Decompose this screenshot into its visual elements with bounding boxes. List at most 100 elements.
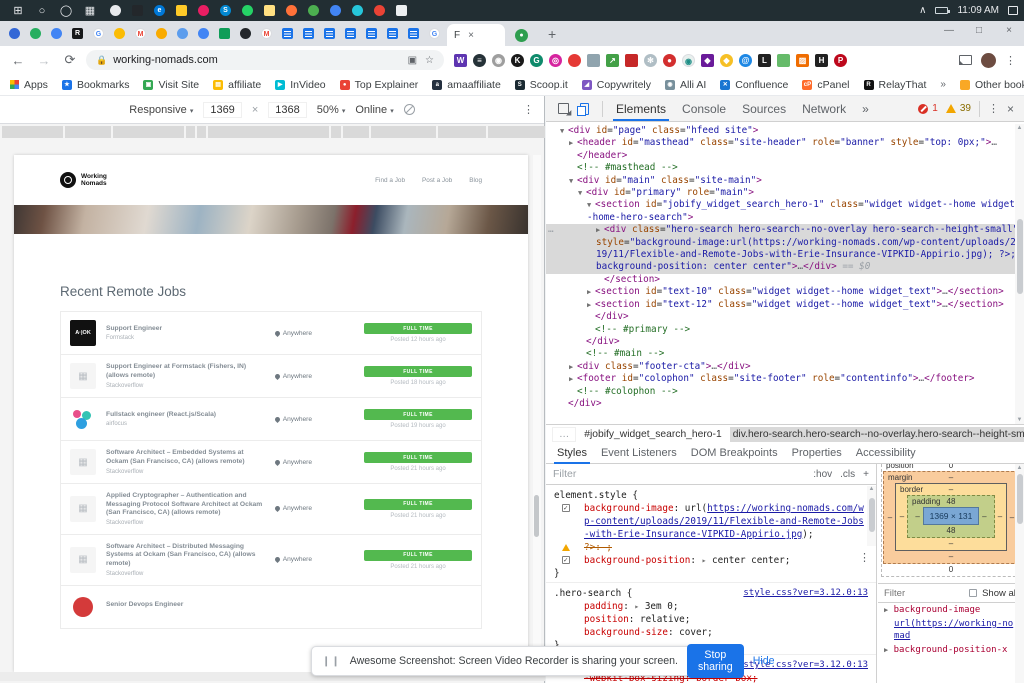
expand-arrow-icon[interactable]: ▶ xyxy=(587,299,595,311)
expand-arrow-icon[interactable]: ▶ xyxy=(569,361,577,373)
expand-arrow-icon[interactable]: ▶ xyxy=(569,137,577,149)
error-icon[interactable] xyxy=(918,104,928,114)
site-logo[interactable]: WorkingNomads xyxy=(60,172,113,188)
paint-app-icon[interactable] xyxy=(198,5,209,16)
ext-puzzle[interactable] xyxy=(587,54,600,67)
color-wheel-app-icon[interactable] xyxy=(110,5,121,16)
ext-camera[interactable]: ◉ xyxy=(492,54,505,67)
decl-background-size[interactable]: background-size: cover; xyxy=(554,626,868,639)
tab-network[interactable]: Network xyxy=(795,97,853,121)
dom-node[interactable]: <!-- #main --> xyxy=(546,348,1024,360)
tab-gmail[interactable]: M xyxy=(135,28,146,39)
tab-close-icon[interactable]: × xyxy=(468,30,474,41)
error-count[interactable]: 1 xyxy=(932,103,938,114)
skype-icon[interactable]: S xyxy=(220,5,231,16)
nav-blog[interactable]: Blog xyxy=(469,177,482,184)
job-title[interactable]: Applied Cryptographer – Authentication a… xyxy=(106,492,267,518)
drive-icon[interactable] xyxy=(330,5,341,16)
device-width-input[interactable]: 1369 xyxy=(203,102,241,118)
expand-arrow-icon[interactable]: ▶ xyxy=(596,224,604,236)
tab-google[interactable]: G xyxy=(93,28,104,39)
ext-wordtune[interactable]: W xyxy=(454,54,467,67)
ext-q-blue[interactable]: @ xyxy=(739,54,752,67)
styles-filter-input[interactable] xyxy=(553,468,805,480)
other-bookmarks[interactable]: Other bookmarks xyxy=(960,79,1024,91)
bookmark-alli-ai[interactable]: ◉Alli AI xyxy=(665,79,706,91)
close-button[interactable]: × xyxy=(994,21,1024,41)
chrome-active-icon[interactable] xyxy=(374,5,385,16)
chrome-icon[interactable] xyxy=(308,5,319,16)
tab-properties[interactable]: Properties xyxy=(785,442,849,464)
job-listing[interactable]: ▦Applied Cryptographer – Authentication … xyxy=(61,484,481,535)
edge-icon[interactable]: e xyxy=(154,5,165,16)
expand-arrow-icon[interactable]: ▶ xyxy=(587,286,595,298)
whatsapp-icon[interactable] xyxy=(242,5,253,16)
tab-docs[interactable] xyxy=(366,28,377,39)
zoom-select[interactable]: 50% ▾ xyxy=(317,104,346,116)
warning-count[interactable]: 39 xyxy=(960,103,971,114)
stylesheet-link[interactable]: style.css?ver=3.12.0:13 xyxy=(743,587,868,600)
profile-avatar[interactable] xyxy=(981,53,996,68)
computed-prop-background-position-x[interactable]: ▶ background-position-x xyxy=(878,643,1024,657)
device-toolbar-menu-icon[interactable]: ⋮ xyxy=(523,103,534,116)
tab-analytics[interactable] xyxy=(156,28,167,39)
ext-arrow-green[interactable]: ↗ xyxy=(606,54,619,67)
job-listing[interactable]: Senior Devops Engineer xyxy=(61,586,481,628)
address-bar[interactable]: 🔒 working-nomads.com ▣ ☆ xyxy=(86,50,444,70)
active-tab[interactable]: F × xyxy=(447,24,505,46)
tab-ads[interactable] xyxy=(114,28,125,39)
tab-gmail-2[interactable]: M xyxy=(261,28,272,39)
dom-node[interactable]: ▶<div class="footer-cta">…</div> xyxy=(546,361,1024,373)
bookmark-top-explainer[interactable]: ●Top Explainer xyxy=(340,79,419,91)
breadcrumb-item[interactable]: #jobify_widget_search_hero-1 xyxy=(584,429,721,440)
styles-scrollbar[interactable]: ▲ xyxy=(867,486,876,546)
tab-docs[interactable] xyxy=(408,28,419,39)
browser-menu-icon[interactable]: ⋮ xyxy=(1005,54,1016,67)
ext-awesome-screenshot[interactable]: ◉ xyxy=(682,54,695,67)
lock-icon[interactable]: 🔒 xyxy=(96,55,107,66)
firefox-icon[interactable] xyxy=(286,5,297,16)
computed-prop-background-image[interactable]: ▶ background-image xyxy=(878,603,1024,617)
warning-icon[interactable] xyxy=(946,104,956,113)
dom-node[interactable]: </div> xyxy=(546,398,1024,410)
battery-icon[interactable] xyxy=(935,7,948,14)
checkbox-background-image[interactable]: ✓ xyxy=(562,504,570,512)
ext-pickaxe[interactable] xyxy=(625,54,638,67)
decl-padding[interactable]: padding: ▸ 3em 0; xyxy=(554,600,868,613)
breadcrumb-item[interactable]: div.hero-search.hero-search--no-overlay.… xyxy=(730,427,1024,442)
inspect-element-icon[interactable] xyxy=(558,103,569,114)
ext-diamond-yellow[interactable]: ◆ xyxy=(720,54,733,67)
tab-shield[interactable] xyxy=(9,28,20,39)
dom-node[interactable]: ▶<section id="text-12" class="widget wid… xyxy=(546,299,1024,311)
ext-pinterest[interactable]: P xyxy=(834,54,847,67)
breadcrumb-item[interactable]: … xyxy=(552,427,576,442)
tab-dark[interactable] xyxy=(240,28,251,39)
job-title[interactable]: Fullstack engineer (React.js/Scala) xyxy=(106,411,267,420)
search-icon[interactable]: ○ xyxy=(30,5,54,17)
mail-icon[interactable] xyxy=(396,5,407,16)
more-tabs-icon[interactable]: » xyxy=(855,97,876,121)
computed-filter-input[interactable] xyxy=(884,588,964,599)
bookmarks-overflow-icon[interactable]: » xyxy=(940,79,946,90)
tab-hanger[interactable] xyxy=(177,28,188,39)
ext-h-black[interactable]: H xyxy=(815,54,828,67)
job-listing[interactable]: ▦Support Engineer at Formstack (Fishers,… xyxy=(61,355,481,398)
tab-sheets[interactable] xyxy=(219,28,230,39)
decl-background-image[interactable]: ✓background-image: url(https://working-n… xyxy=(554,502,868,541)
bookmark-apps[interactable]: Apps xyxy=(10,79,48,91)
tab-google-2[interactable]: G xyxy=(429,28,440,39)
tab-relaythat[interactable]: R xyxy=(72,28,83,39)
bookmark-confluence[interactable]: ✕Confluence xyxy=(720,79,788,91)
computed-value-link[interactable]: url(https://working-nomad xyxy=(894,619,1013,641)
tab-hand[interactable] xyxy=(198,28,209,39)
bookmark-visit-site[interactable]: ▣Visit Site xyxy=(143,79,199,91)
photos-icon[interactable] xyxy=(352,5,363,16)
throttle-select[interactable]: Online ▾ xyxy=(355,104,393,116)
reload-button[interactable]: ⟳ xyxy=(60,52,80,68)
rule-menu-icon[interactable]: ⋮ xyxy=(859,551,870,564)
minimize-button[interactable]: — xyxy=(934,21,964,41)
ext-keep[interactable] xyxy=(777,54,790,67)
ext-snowflake[interactable]: ✻ xyxy=(644,54,657,67)
job-listing[interactable]: ▦Software Architect – Embedded Systems a… xyxy=(61,441,481,484)
hide-button[interactable]: Hide xyxy=(753,655,775,667)
